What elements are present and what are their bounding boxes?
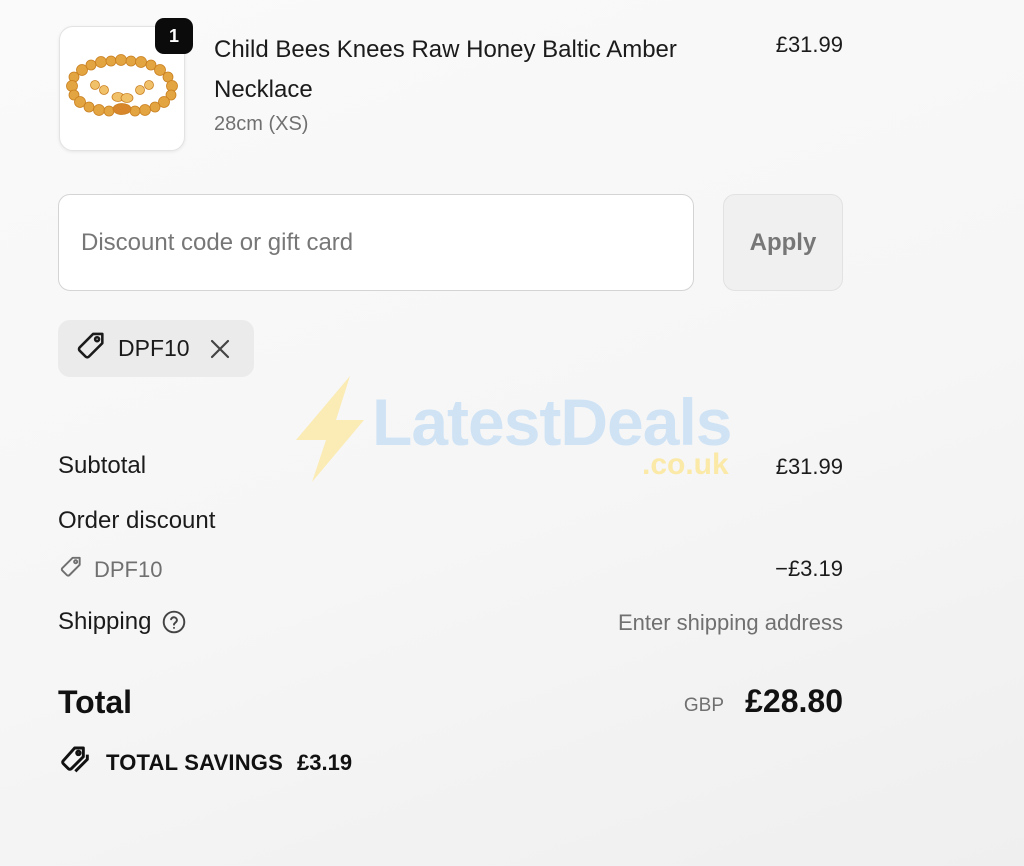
savings-value: £3.19 <box>297 749 353 775</box>
product-variant: 28cm (XS) <box>214 113 309 135</box>
watermark: LatestDeals .co.uk <box>292 370 742 490</box>
total-savings: TOTAL SAVINGS £3.19 <box>58 744 352 781</box>
remove-discount-icon[interactable] <box>206 335 234 363</box>
shipping-row: Shipping <box>58 608 187 636</box>
watermark-suffix: .co.uk <box>642 448 729 481</box>
savings-tag-icon <box>58 744 94 781</box>
subtotal-label: Subtotal <box>58 452 147 479</box>
total-value: £28.80 <box>745 683 843 719</box>
order-discount-label: Order discount <box>58 507 216 534</box>
subtotal-value: £31.99 <box>775 454 843 479</box>
currency-code: GBP <box>683 695 724 716</box>
apply-button[interactable]: Apply <box>723 194 843 291</box>
help-icon[interactable] <box>161 609 187 635</box>
discount-value: −£3.19 <box>775 556 843 581</box>
shipping-value: Enter shipping address <box>617 610 843 635</box>
product-price: £31.99 <box>775 32 843 57</box>
applied-discount-chip: DPF10 <box>58 320 254 377</box>
discount-code-input[interactable] <box>58 194 694 291</box>
savings-label: TOTAL SAVINGS <box>106 749 283 775</box>
quantity-badge: 1 <box>155 18 193 54</box>
product-name: Child Bees Knees Raw Honey Baltic Amber … <box>214 36 677 103</box>
total-label: Total <box>58 684 133 720</box>
tag-icon <box>74 329 108 368</box>
tag-icon <box>58 554 84 585</box>
discount-code-line: DPF10 <box>58 554 162 585</box>
shipping-label: Shipping <box>58 608 152 635</box>
summary-discount-code: DPF10 <box>94 556 163 582</box>
applied-code: DPF10 <box>118 335 190 361</box>
